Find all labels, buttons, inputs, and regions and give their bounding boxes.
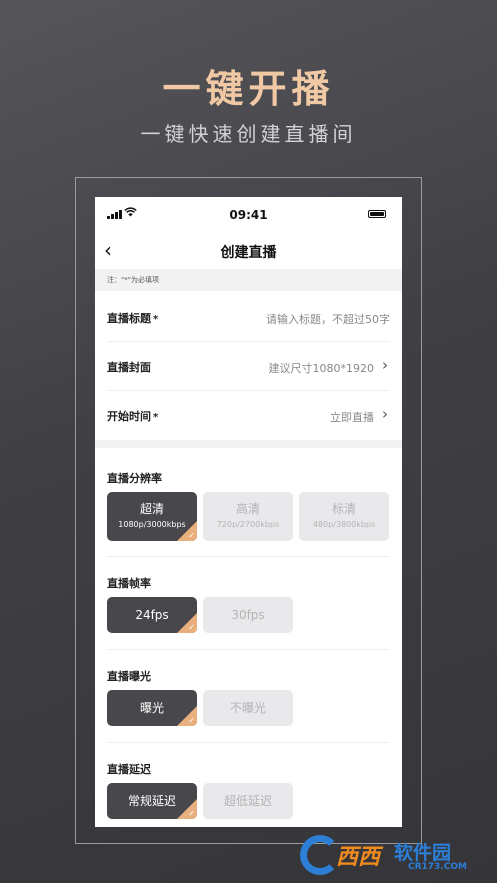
status-time: 09:41	[229, 208, 268, 222]
framerate-option-30[interactable]: 30fps	[203, 597, 293, 633]
title-label: 直播标题 *	[107, 312, 159, 325]
latency-title: 直播延迟	[107, 763, 151, 776]
latency-option-ultralow[interactable]: 超低延迟	[203, 783, 293, 819]
start-time-value: 立即直播	[330, 411, 374, 424]
section-divider	[95, 440, 402, 448]
required-mark: *	[153, 412, 159, 423]
divider	[107, 649, 390, 650]
check-icon: ✓	[188, 623, 195, 632]
chevron-right-icon[interactable]: ›	[382, 406, 388, 422]
start-time-label: 开始时间 *	[107, 410, 159, 423]
check-icon: ✓	[188, 809, 195, 818]
status-bar: 09:41	[95, 197, 402, 233]
required-mark: *	[153, 314, 159, 325]
title-input[interactable]: 请输入标题，不超过50字	[266, 311, 390, 327]
required-note: 注："*"为必填项	[95, 269, 402, 291]
page-title: 创建直播	[220, 245, 277, 261]
divider	[107, 556, 390, 557]
framerate-option-24[interactable]: 24fps ✓	[107, 597, 197, 633]
exposure-title: 直播曝光	[107, 670, 151, 683]
promo-title: 一键开播	[162, 67, 335, 111]
resolution-option-uhd[interactable]: 超清 1080p/3000kbps ✓	[107, 492, 197, 541]
resolution-title: 直播分辨率	[107, 472, 162, 485]
cover-label: 直播封面	[107, 361, 151, 374]
watermark-logo: 西西 软件园 CR173.COM	[300, 833, 490, 877]
resolution-option-hd[interactable]: 高清 720p/2700kbps	[203, 492, 293, 541]
exposure-option-on[interactable]: 曝光 ✓	[107, 690, 197, 726]
exposure-option-off[interactable]: 不曝光	[203, 690, 293, 726]
cover-hint: 建议尺寸1080*1920	[268, 362, 375, 375]
promo-subtitle: 一键快速创建直播间	[140, 122, 357, 146]
latency-option-normal[interactable]: 常规延迟 ✓	[107, 783, 197, 819]
resolution-option-sd[interactable]: 标清 480p/3800kbps	[299, 492, 389, 541]
check-icon: ✓	[188, 716, 195, 725]
nav-bar: ‹ 创建直播	[95, 233, 402, 269]
divider	[107, 742, 390, 743]
chevron-right-icon[interactable]: ›	[382, 357, 388, 373]
check-icon: ✓	[188, 531, 195, 540]
start-time-row[interactable]: 开始时间 * 立即直播 ›	[107, 391, 390, 440]
phone-screen: 09:41 ‹ 创建直播 注："*"为必填项 直播标题 * 请输入标题，不超过50…	[95, 197, 402, 827]
framerate-title: 直播帧率	[107, 577, 151, 590]
cover-row[interactable]: 直播封面 建议尺寸1080*1920 ›	[107, 342, 390, 391]
battery-icon	[368, 210, 386, 218]
logo-c-icon	[300, 835, 340, 875]
title-row[interactable]: 直播标题 * 请输入标题，不超过50字	[107, 293, 390, 342]
